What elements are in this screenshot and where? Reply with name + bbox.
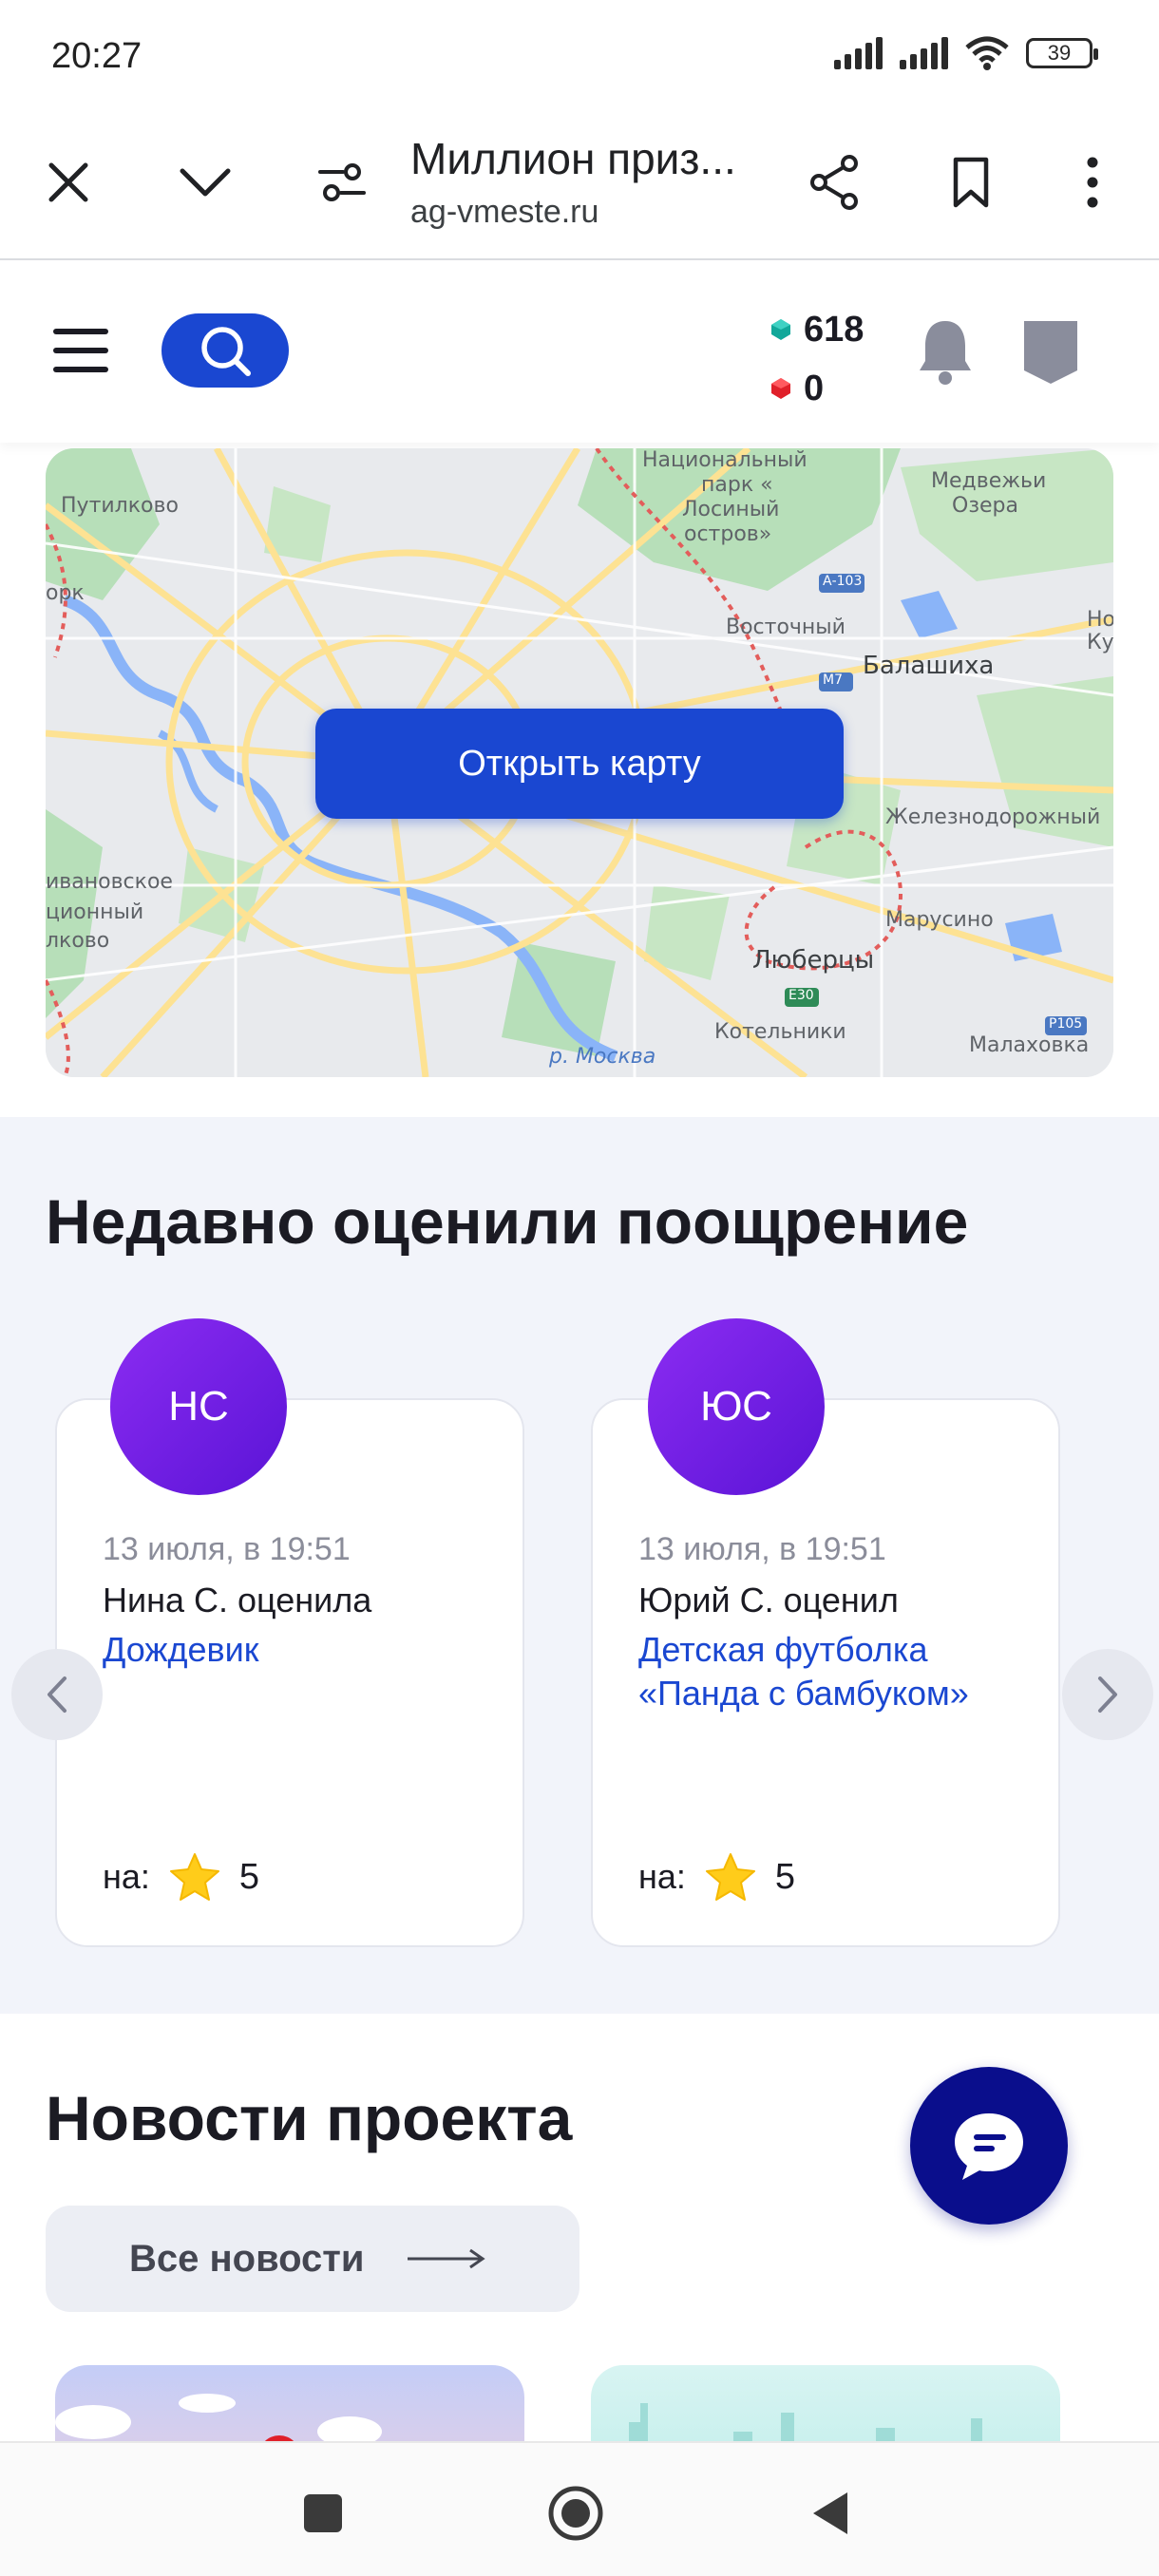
wifi-icon [965,36,1009,70]
reviews-title: Недавно оценили поощрение [46,1186,969,1257]
map-label-park-3: Лосиный [682,498,780,521]
balance-red-row: 0 [771,359,864,418]
balance-red-value: 0 [804,368,825,408]
browser-toolbar: Миллион приз... ag-vmeste.ru [0,114,1159,260]
map-label-park: Национальный [642,448,808,472]
chevron-left-icon [48,1676,66,1713]
square-icon [304,2494,342,2532]
review-item-link[interactable]: Детская футболка «Панда с бамбуком» [638,1628,1037,1715]
balance-green-row: 618 [771,300,864,359]
map-label-ork: орк [46,581,85,605]
map-label-park-4: остров» [684,522,772,546]
map-label-park-2: парк « [701,473,773,497]
share-icon[interactable] [804,152,864,213]
map-label-ivanovskoe: ивановское [46,870,173,894]
chat-icon [955,2113,1023,2180]
bookmark-icon[interactable] [940,152,1001,213]
map-label-lkovo: лково [46,929,110,953]
review-author: Юрий С. оценил [638,1581,899,1619]
balance-green-value: 618 [804,309,864,350]
map-label-m7: М7 [823,672,843,688]
more-menu-icon[interactable] [1062,152,1123,213]
map-label-lyubertsy: Люберцы [752,946,875,975]
map-label-a103: А-103 [823,574,863,589]
review-card[interactable]: 13 июля, в 19:51 Нина С. оценила Дождеви… [55,1398,524,1947]
open-map-button[interactable]: Открыть карту [315,709,844,819]
menu-icon[interactable] [53,329,108,372]
map-label-medvezhi: Медвежьи [931,469,1047,493]
arrow-right-icon [408,2248,486,2269]
page-title[interactable]: Миллион приз... [410,133,736,184]
map-label-ozera: Озера [952,494,1018,518]
rating-value: 5 [774,1856,796,1897]
rating-value: 5 [238,1856,260,1897]
map-label-tsionny: ционный [46,900,144,924]
green-gem-icon [771,319,790,340]
map-label-zheleznodorozhny: Железнодорожный [885,805,1101,829]
map-label-no: Но [1087,608,1113,632]
carousel-prev-button[interactable] [11,1649,103,1740]
review-date: 13 июля, в 19:51 [638,1531,886,1567]
home-button[interactable] [545,2483,606,2544]
review-rating: на: 5 [638,1852,795,1902]
map-label-putilkovo: Путилково [61,494,179,518]
chat-button[interactable] [910,2067,1068,2225]
map-label-e30: Е30 [788,988,814,1003]
chevron-right-icon [1098,1676,1117,1713]
battery-icon: 39 [1026,38,1098,68]
notifications-bell-icon[interactable] [916,317,975,386]
red-gem-icon [771,378,790,399]
page-url[interactable]: ag-vmeste.ru [410,194,598,231]
recent-apps-button[interactable] [293,2483,353,2544]
star-icon [705,1853,755,1901]
site-settings-icon[interactable] [312,152,372,213]
map-label-malakhovka: Малаховка [969,1033,1090,1057]
map-label-vostochny: Восточный [726,616,846,639]
map-label-ku: Ку [1087,631,1113,654]
chevron-down-icon[interactable] [175,152,236,213]
balance-block[interactable]: 618 0 [771,300,864,418]
signal-icon-2 [900,37,948,69]
map-label-p105: Р105 [1049,1016,1083,1032]
status-bar: 20:27 39 [0,0,1159,114]
signal-icon [834,37,883,69]
map-preview[interactable]: Национальный парк « Лосиный остров» Медв… [46,448,1113,1077]
review-item-link[interactable]: Дождевик [103,1628,502,1672]
profile-avatar-icon[interactable] [1022,317,1079,386]
back-triangle-icon [813,2492,847,2534]
rating-label: на: [103,1857,150,1896]
map-label-marusino: Марусино [885,908,994,932]
status-time: 20:27 [51,36,142,76]
news-title: Новости проекта [46,2083,573,2153]
all-news-button[interactable]: Все новости [46,2206,580,2312]
carousel-next-button[interactable] [1062,1649,1153,1740]
site-header: 618 0 [0,262,1159,443]
home-circle-icon [548,2486,603,2541]
battery-level: 39 [1047,41,1072,65]
map-label-moskva-river: р. Москва [549,1045,656,1069]
review-date: 13 июля, в 19:51 [103,1531,351,1567]
review-card[interactable]: 13 июля, в 19:51 Юрий С. оценил Детская … [591,1398,1060,1947]
back-button[interactable] [800,2483,861,2544]
recent-reviews-section: Недавно оценили поощрение 13 июля, в 19:… [0,1117,1159,2014]
review-avatar: НС [110,1318,287,1495]
all-news-label: Все новости [129,2237,365,2280]
review-author: Нина С. оценила [103,1581,372,1619]
review-avatar: ЮС [648,1318,825,1495]
close-icon[interactable] [38,152,99,213]
status-icons: 39 [834,36,1098,70]
system-nav-bar [0,2441,1159,2576]
star-icon [169,1853,219,1901]
map-label-kotelniki: Котельники [714,1020,846,1044]
map-label-balashikha: Балашиха [863,652,995,680]
review-rating: на: 5 [103,1852,259,1902]
search-icon [201,327,251,376]
search-button[interactable] [162,313,289,388]
rating-label: на: [638,1857,686,1896]
